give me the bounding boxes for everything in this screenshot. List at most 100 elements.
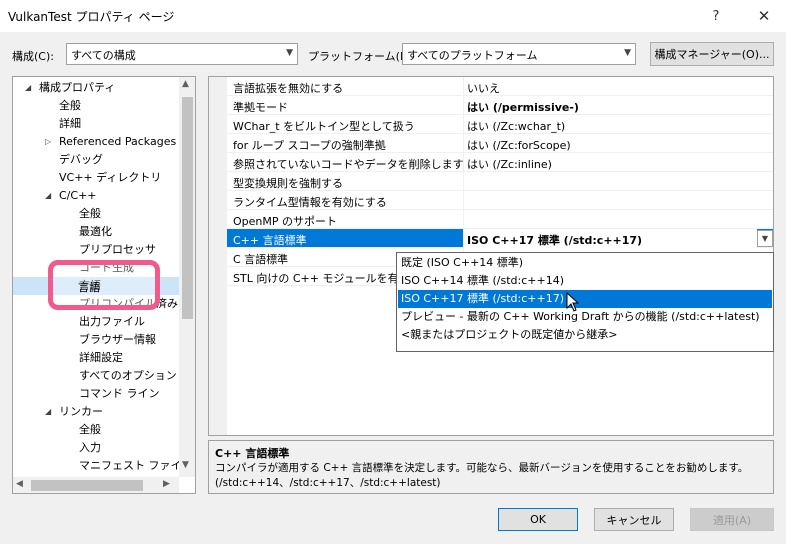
dropdown-option[interactable]: ISO C++14 標準 (/std:c++14) xyxy=(398,272,772,290)
property-row[interactable]: 参照されていないコードやデータを削除します はい (/Zc:inline) xyxy=(227,153,773,172)
tree-item[interactable]: すべてのオプション xyxy=(13,367,179,385)
tree-item[interactable]: デバッグ xyxy=(13,151,179,169)
scroll-right-icon[interactable]: ▶ xyxy=(163,479,170,489)
collapse-icon[interactable]: ◢ xyxy=(45,187,51,205)
tree-item[interactable]: 全般 xyxy=(13,421,179,439)
column-separator xyxy=(463,191,464,210)
chevron-down-icon: ▼ xyxy=(624,48,631,58)
scroll-left-icon[interactable]: ◀ xyxy=(16,479,23,489)
tree-item[interactable]: 全般 xyxy=(13,97,179,115)
tree-item-label: C/C++ xyxy=(59,189,97,202)
close-icon[interactable]: ✕ xyxy=(752,4,776,28)
collapse-icon[interactable]: ◢ xyxy=(25,79,31,97)
property-name: OpenMP のサポート xyxy=(233,215,338,228)
tree-item[interactable]: コマンド ライン xyxy=(13,385,179,403)
tree-item[interactable]: ブラウザー情報 xyxy=(13,331,179,349)
tree-item[interactable]: 詳細設定 xyxy=(13,349,179,367)
description-text: コンパイラが適用する C++ 言語標準を決定します。可能なら、最新バージョンを使… xyxy=(215,462,749,489)
property-row[interactable]: 準拠モード はい (/permissive-) xyxy=(227,96,773,115)
grid-gutter xyxy=(209,77,227,435)
tree-item-label: ブラウザー情報 xyxy=(79,333,156,346)
dropdown-option[interactable]: プレビュー - 最新の C++ Working Draft からの機能 (/st… xyxy=(398,308,772,326)
tree-item-label: 全般 xyxy=(79,423,101,436)
platform-select[interactable]: すべてのプラットフォーム ▼ xyxy=(402,43,636,65)
ok-button[interactable]: OK xyxy=(498,508,578,531)
cancel-button[interactable]: キャンセル xyxy=(594,508,674,531)
property-name: C 言語標準 xyxy=(233,253,289,266)
column-separator xyxy=(463,134,464,153)
tree-item-label: リンカー xyxy=(59,405,103,418)
configuration-label: 構成(C): xyxy=(12,50,54,63)
property-row[interactable]: WChar_t をビルトイン型として扱う はい (/Zc:wchar_t) xyxy=(227,115,773,134)
tree-vertical-scrollbar[interactable]: ▲ ▼ xyxy=(179,77,195,477)
tree-item-label: すべてのオプション xyxy=(79,369,177,382)
tree-item[interactable]: 出力ファイル xyxy=(13,313,179,331)
property-value[interactable]: はい (/Zc:inline) xyxy=(467,156,552,172)
tree-item-label: プリプロセッサ xyxy=(79,243,156,256)
tree-item[interactable]: 最適化 xyxy=(13,223,179,241)
dropdown-option[interactable]: 既定 (ISO C++14 標準) xyxy=(398,254,772,272)
tree-item-label: マニフェスト ファイル xyxy=(79,459,193,472)
property-value[interactable]: はい (/Zc:wchar_t) xyxy=(467,118,565,134)
tree-item[interactable]: VC++ ディレクトリ xyxy=(13,169,179,187)
scroll-down-icon[interactable]: ▼ xyxy=(182,460,189,470)
expand-icon[interactable]: ▷ xyxy=(45,133,51,151)
dropdown-option[interactable]: ISO C++17 標準 (/std:c++17) xyxy=(398,290,772,308)
tree-item-label: 詳細 xyxy=(59,117,81,130)
tree-horizontal-scrollbar[interactable]: ◀ ▶ xyxy=(13,477,179,493)
property-row[interactable]: 型変換規則を強制する xyxy=(227,172,773,191)
tree-item-label: 全般 xyxy=(79,207,101,220)
column-separator xyxy=(463,115,464,134)
tree-item-label: 詳細設定 xyxy=(79,351,123,364)
tree-item[interactable]: マニフェスト ファイル xyxy=(13,457,193,475)
collapse-icon[interactable]: ◢ xyxy=(45,403,51,421)
apply-button[interactable]: 適用(A) xyxy=(690,508,774,531)
tree-item[interactable]: ◢ 構成プロパティ xyxy=(13,79,179,97)
tree-item[interactable]: 入力 xyxy=(13,439,179,457)
scroll-thumb[interactable] xyxy=(31,480,143,491)
property-value[interactable]: いいえ xyxy=(467,80,500,96)
tree-item-label: コマンド ライン xyxy=(79,387,160,400)
dropdown-option[interactable]: <親またはプロジェクトの既定値から継承> xyxy=(398,326,772,344)
scroll-thumb[interactable] xyxy=(182,97,193,319)
tree-item-label: VC++ ディレクトリ xyxy=(59,171,162,184)
chevron-down-icon: ▼ xyxy=(286,48,293,58)
chevron-down-icon[interactable]: ▼ xyxy=(757,230,773,247)
property-row[interactable]: 言語拡張を無効にする いいえ xyxy=(227,77,773,96)
language-standard-dropdown[interactable]: 既定 (ISO C++14 標準) ISO C++14 標準 (/std:c++1… xyxy=(396,252,774,352)
property-name: WChar_t をビルトイン型として扱う xyxy=(233,120,415,133)
property-value[interactable]: ISO C++17 標準 (/std:c++17) xyxy=(464,229,757,248)
tree-item[interactable]: ▷ Referenced Packages xyxy=(13,133,179,151)
tree-item-label: デバッグ xyxy=(59,153,103,166)
help-icon[interactable]: ? xyxy=(704,4,728,28)
property-name: C++ 言語標準 xyxy=(233,234,307,247)
property-row[interactable]: for ループ スコープの強制準拠 はい (/Zc:forScope) xyxy=(227,134,773,153)
property-name: 型変換規則を強制する xyxy=(233,177,343,190)
column-separator xyxy=(463,77,464,96)
property-value[interactable]: はい (/Zc:forScope) xyxy=(467,137,571,153)
property-row[interactable]: ランタイム型情報を有効にする xyxy=(227,191,773,210)
configuration-select[interactable]: すべての構成 ▼ xyxy=(66,43,298,65)
tree-item[interactable]: ◢ C/C++ xyxy=(13,187,179,205)
property-row[interactable]: OpenMP のサポート xyxy=(227,210,773,229)
scroll-up-icon[interactable]: ▲ xyxy=(182,79,189,89)
column-separator xyxy=(463,153,464,172)
property-row[interactable]: C++ 言語標準 ISO C++17 標準 (/std:c++17) ▼ xyxy=(227,229,773,248)
property-name: 参照されていないコードやデータを削除します xyxy=(233,158,464,171)
tree-item[interactable]: 詳細 xyxy=(13,115,179,133)
tree-item[interactable]: プリプロセッサ xyxy=(13,241,179,259)
window-title: VulkanTest プロパティ ページ xyxy=(8,10,175,24)
platform-value: すべてのプラットフォーム xyxy=(407,49,538,62)
platform-label: プラットフォーム(P): xyxy=(308,50,415,63)
title-bar: VulkanTest プロパティ ページ ? ✕ xyxy=(0,0,786,32)
configuration-value: すべての構成 xyxy=(71,49,136,62)
property-value[interactable]: はい (/permissive-) xyxy=(467,99,579,115)
tree-item[interactable]: 全般 xyxy=(13,205,179,223)
property-name: 準拠モード xyxy=(233,101,288,114)
tree-item-label: 最適化 xyxy=(79,225,112,238)
property-name: for ループ スコープの強制準拠 xyxy=(233,139,386,152)
tree-item[interactable]: ◢ リンカー xyxy=(13,403,179,421)
tree-item-label: 入力 xyxy=(79,441,101,454)
tree-item-label: 全般 xyxy=(59,99,81,112)
configuration-manager-button[interactable]: 構成マネージャー(O)... xyxy=(650,42,774,66)
